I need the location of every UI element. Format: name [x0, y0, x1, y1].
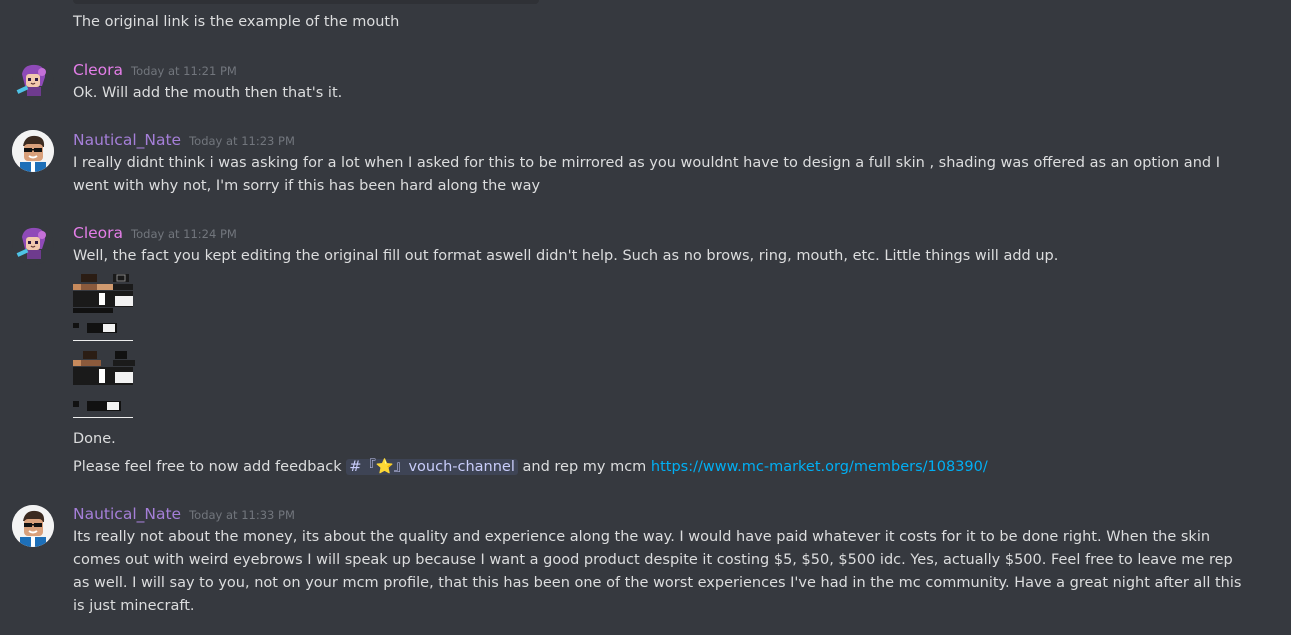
avatar-cleora[interactable]	[12, 223, 54, 265]
cleora-avatar-icon	[16, 64, 46, 96]
feedback-text-before: Please feel free to now add feedback	[73, 459, 342, 475]
previous-embed-bar	[73, 0, 539, 4]
avatar-nautical-nate[interactable]	[12, 130, 54, 172]
message-text: I really didnt think i was asking for a …	[73, 155, 1220, 194]
message-text-feedback: Please feel free to now add feedback #『⭐…	[73, 456, 988, 479]
message-text: Its really not about the money, its abou…	[73, 529, 1242, 614]
message-text: Well, the fact you kept editing the orig…	[73, 248, 1059, 264]
feedback-text-middle: and rep my mcm	[522, 459, 647, 475]
skin-texture-image[interactable]	[73, 351, 143, 421]
timestamp: Today at 11:24 PM	[131, 227, 237, 241]
message-header: Nautical_Nate Today at 11:33 PM	[73, 505, 295, 523]
message-header: Cleora Today at 11:24 PM	[73, 224, 237, 242]
mcm-profile-link[interactable]: https://www.mc-market.org/members/108390…	[651, 459, 988, 475]
nate-avatar-icon	[12, 130, 54, 172]
timestamp: Today at 11:33 PM	[189, 508, 295, 522]
username-cleora[interactable]: Cleora	[73, 61, 123, 79]
message-text: The original link is the example of the …	[73, 14, 400, 30]
username-nautical-nate[interactable]: Nautical_Nate	[73, 505, 181, 523]
timestamp: Today at 11:21 PM	[131, 64, 237, 78]
username-cleora[interactable]: Cleora	[73, 224, 123, 242]
avatar-cleora[interactable]	[12, 60, 54, 102]
message-text: Done.	[73, 431, 116, 447]
message-header: Nautical_Nate Today at 11:23 PM	[73, 131, 295, 149]
channel-mention[interactable]: #『⭐』vouch-channel	[346, 459, 518, 475]
cleora-avatar-icon	[16, 227, 46, 259]
timestamp: Today at 11:23 PM	[189, 134, 295, 148]
message-header: Cleora Today at 11:21 PM	[73, 61, 237, 79]
message-text: Ok. Will add the mouth then that's it.	[73, 85, 343, 101]
skin-texture-image[interactable]	[73, 274, 143, 344]
username-nautical-nate[interactable]: Nautical_Nate	[73, 131, 181, 149]
avatar-nautical-nate[interactable]	[12, 505, 54, 547]
nate-avatar-icon	[12, 505, 54, 547]
